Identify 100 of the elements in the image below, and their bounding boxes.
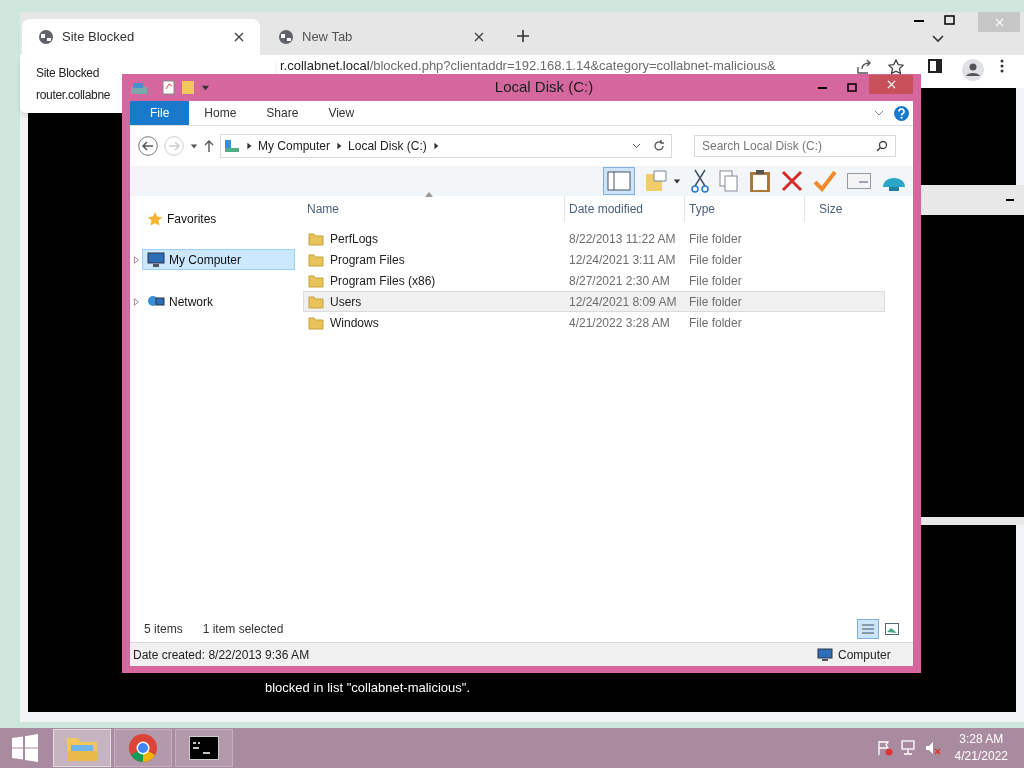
chevron-down-icon[interactable]	[932, 35, 944, 43]
sort-arrow-icon	[425, 192, 433, 197]
breadcrumb-item[interactable]: Local Disk (C:)	[348, 137, 427, 155]
window-title: Local Disk (C:)	[493, 77, 595, 98]
nav-item[interactable]: My Computer	[142, 249, 295, 270]
url-text[interactable]: r.collabnet.local/blocked.php?clientaddr=192.168.1.14&category=collabnet-malicious&	[280, 59, 776, 73]
ribbon-tab[interactable]: View	[313, 101, 370, 125]
menu-icon[interactable]	[1000, 59, 1004, 73]
file-name: PerfLogs	[330, 230, 379, 248]
scissors-icon[interactable]	[691, 169, 709, 193]
help-icon[interactable]	[894, 105, 909, 121]
share-icon[interactable]	[856, 59, 872, 75]
folder-icon	[308, 315, 324, 330]
chrome-logo-icon	[128, 733, 158, 763]
ribbon-tab[interactable]: File	[130, 101, 190, 125]
details-text: Date created: 8/22/2013 9:36 AM	[133, 646, 311, 664]
flag-icon[interactable]	[876, 740, 893, 756]
type-cell-text: File folder	[688, 272, 743, 290]
windows-logo-icon[interactable]	[11, 734, 39, 762]
up-arrow-icon[interactable]	[204, 139, 214, 153]
tooltip-title: Site Blocked	[36, 65, 100, 82]
checkmark-icon[interactable]	[813, 170, 837, 192]
browser-tab[interactable]: New Tab	[262, 19, 500, 55]
close-icon[interactable]	[474, 32, 484, 42]
avatar-icon[interactable]	[962, 59, 984, 81]
sidebar-icon[interactable]	[928, 59, 942, 73]
file-name: Program Files	[330, 251, 405, 269]
chevron-right-icon[interactable]	[431, 142, 440, 150]
globe-icon	[38, 29, 54, 45]
ribbon-tab[interactable]: Home	[189, 101, 252, 125]
breadcrumb-item[interactable]: My Computer	[258, 137, 331, 155]
file-row[interactable]: PerfLogs 8/22/2013 11:22 AM File folder	[303, 228, 885, 249]
tab-title: Site Blocked	[62, 28, 136, 47]
date-cell-text: 8/27/2021 2:30 AM	[568, 272, 671, 290]
chevron-down-icon[interactable]	[632, 143, 641, 149]
selection-count: 1 item selected	[202, 621, 284, 638]
preview-pane-icon[interactable]	[603, 167, 635, 195]
type-cell-text: File folder	[688, 251, 743, 269]
close-icon[interactable]	[234, 32, 244, 42]
column-header[interactable]: Date modified	[564, 196, 684, 222]
clipboard-icon[interactable]	[749, 169, 771, 193]
folder-icon	[308, 252, 324, 267]
muted-speaker-icon[interactable]	[924, 740, 941, 756]
chevron-right-icon[interactable]	[335, 142, 344, 150]
expand-icon[interactable]	[132, 255, 140, 264]
tab-title: New Tab	[302, 28, 354, 47]
plus-icon[interactable]	[516, 29, 530, 43]
file-row[interactable]: Windows 4/21/2022 3:28 AM File folder	[303, 312, 885, 333]
browser-tab[interactable]: Site Blocked	[22, 19, 260, 55]
item-count: 5 items	[144, 621, 183, 638]
search-icon	[876, 140, 888, 152]
date-cell-text: 4/21/2022 3:28 AM	[568, 314, 671, 332]
type-cell-text: File folder	[688, 314, 743, 332]
copy-icon[interactable]	[719, 170, 739, 192]
maximize-icon[interactable]	[847, 83, 857, 92]
column-header[interactable]: Size	[804, 196, 882, 222]
nav-item[interactable]: Favorites	[142, 208, 295, 229]
globe-icon	[278, 29, 294, 45]
caret-icon[interactable]	[673, 177, 681, 185]
ribbon-tab[interactable]: Share	[251, 101, 314, 125]
taskbar-app-button[interactable]	[175, 729, 233, 767]
location-text: Computer	[838, 646, 892, 664]
star-icon	[147, 210, 163, 227]
terminal-icon	[189, 736, 219, 760]
properties-icon[interactable]	[162, 80, 175, 95]
expand-icon[interactable]	[132, 297, 140, 306]
computer-icon	[147, 251, 165, 268]
file-name: Program Files (x86)	[330, 272, 436, 290]
address-bar[interactable]: My Computer Local Disk (C:)	[220, 134, 672, 158]
column-header[interactable]: Type	[684, 196, 804, 222]
search-field[interactable]: Search Local Disk (C:)	[694, 135, 896, 157]
type-cell-text: File folder	[688, 293, 743, 311]
folder-icon	[308, 273, 324, 288]
date-cell-text: 12/24/2021 3:11 AM	[568, 251, 677, 269]
file-name: Windows	[330, 314, 379, 332]
file-row[interactable]: Program Files (x86) 8/27/2021 2:30 AM File folder	[303, 270, 885, 291]
thumbnail-view-icon[interactable]	[885, 623, 899, 635]
date-cell-text: 12/24/2021 8:09 AM	[568, 293, 678, 311]
file-row[interactable]: Users 12/24/2021 8:09 AM File folder	[303, 291, 885, 312]
column-header[interactable]: Name	[303, 196, 564, 222]
folder-icon	[308, 231, 324, 246]
computer-icon	[224, 139, 240, 153]
star-icon[interactable]	[888, 59, 904, 75]
back-button[interactable]	[138, 136, 158, 156]
maximize-icon[interactable]	[944, 15, 955, 25]
date-cell-text: 8/22/2013 11:22 AM	[568, 230, 677, 248]
network-icon[interactable]	[900, 740, 917, 756]
refresh-icon[interactable]	[653, 140, 665, 152]
chevron-right-icon[interactable]	[245, 142, 253, 150]
rename-icon[interactable]	[847, 173, 871, 189]
type-cell-text: File folder	[688, 230, 743, 248]
delete-icon[interactable]	[781, 170, 803, 192]
computer-icon	[817, 647, 833, 662]
nav-item[interactable]: Network	[142, 291, 295, 312]
file-row[interactable]: Program Files 12/24/2021 3:11 AM File folder	[303, 249, 885, 270]
caret-icon[interactable]	[190, 142, 198, 150]
page-text: blocked in list "collabnet-malicious".	[265, 679, 471, 697]
drive-icon	[130, 80, 148, 95]
folder-icon	[308, 294, 324, 309]
tooltip-url: router.collabne	[36, 87, 111, 104]
